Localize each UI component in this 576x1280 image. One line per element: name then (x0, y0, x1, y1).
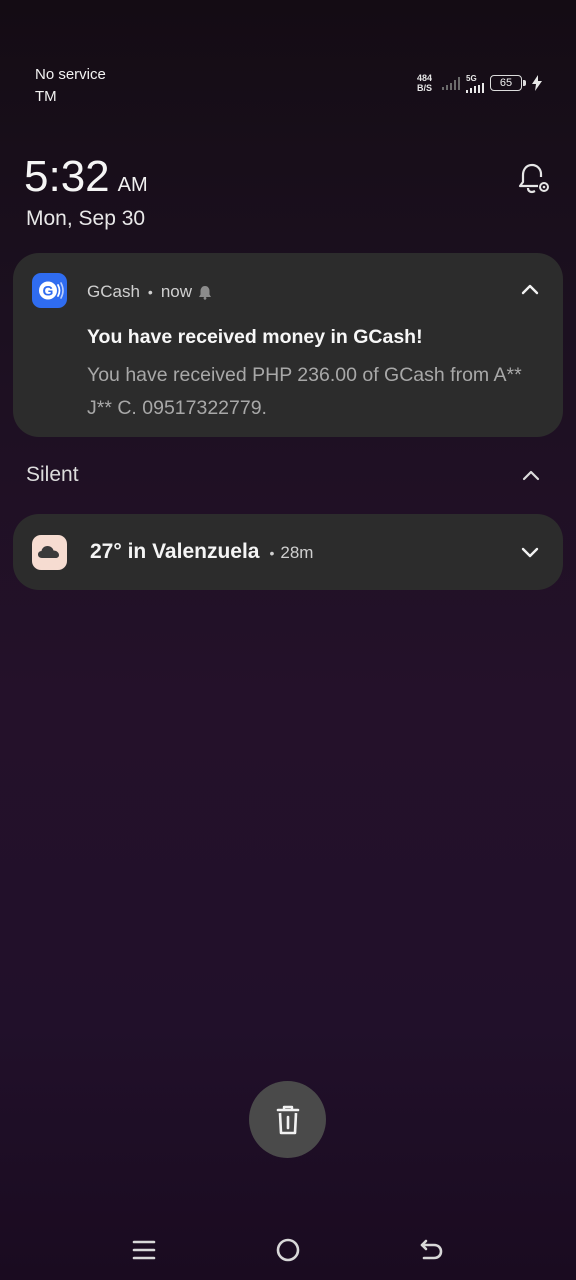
menu-icon[interactable] (129, 1235, 159, 1265)
cloud-icon (32, 535, 67, 570)
charging-bolt-icon (532, 75, 542, 91)
svg-text:G: G (43, 283, 54, 299)
header-separator: • (147, 284, 153, 300)
weather-notification-card[interactable]: 27° in Valenzuela • 28m (13, 514, 563, 590)
weather-title: 27° in Valenzuela (90, 540, 260, 563)
notification-settings-icon[interactable] (516, 160, 552, 196)
status-carrier: No service TM (35, 64, 106, 108)
lockscreen-date: Mon, Sep 30 (26, 207, 146, 230)
trash-icon (276, 1105, 299, 1134)
weather-notification-text: 27° in Valenzuela • 28m (90, 540, 313, 564)
signal-sim1-icon (442, 76, 460, 90)
clock-ampm: AM (117, 174, 148, 196)
expand-chevron-down-icon[interactable] (517, 539, 543, 565)
network-speed: 484 B/S (417, 73, 432, 93)
navigation-bar (0, 1215, 576, 1280)
silent-section-label: Silent (26, 463, 79, 486)
notification-body: You have received PHP 236.00 of GCash fr… (87, 364, 522, 419)
status-icons: 484 B/S 5G 65 (417, 70, 542, 96)
signal-5g-icon: 5G (466, 74, 484, 93)
bell-icon (199, 285, 212, 300)
network-type-label: 5G (466, 73, 477, 83)
collapse-chevron-up-icon[interactable] (517, 277, 543, 303)
network-speed-value: 484 (416, 73, 432, 83)
carrier-primary: No service (35, 66, 106, 83)
back-icon[interactable] (417, 1235, 447, 1265)
notification-time: now (160, 282, 193, 301)
weather-time: 28m (280, 543, 314, 562)
network-speed-unit: B/S (416, 83, 432, 93)
silent-collapse-chevron-up-icon[interactable] (518, 463, 544, 489)
clear-all-button[interactable] (249, 1081, 326, 1158)
gcash-logo-icon: G (32, 273, 67, 308)
home-icon[interactable] (273, 1235, 303, 1265)
notification-header: GCash • now (87, 282, 212, 302)
battery-level: 65 (499, 77, 513, 89)
battery-icon: 65 (490, 75, 526, 91)
clock-time: 5:32 (24, 152, 110, 201)
lockscreen-clock: 5:32 AM (24, 152, 148, 202)
carrier-secondary: TM (35, 88, 57, 105)
notification-title: You have received money in GCash! (87, 326, 423, 348)
notification-app-name: GCash (87, 282, 140, 301)
weather-separator: • (269, 545, 275, 561)
gcash-notification-card[interactable]: G GCash • now You have received money in… (13, 253, 563, 437)
